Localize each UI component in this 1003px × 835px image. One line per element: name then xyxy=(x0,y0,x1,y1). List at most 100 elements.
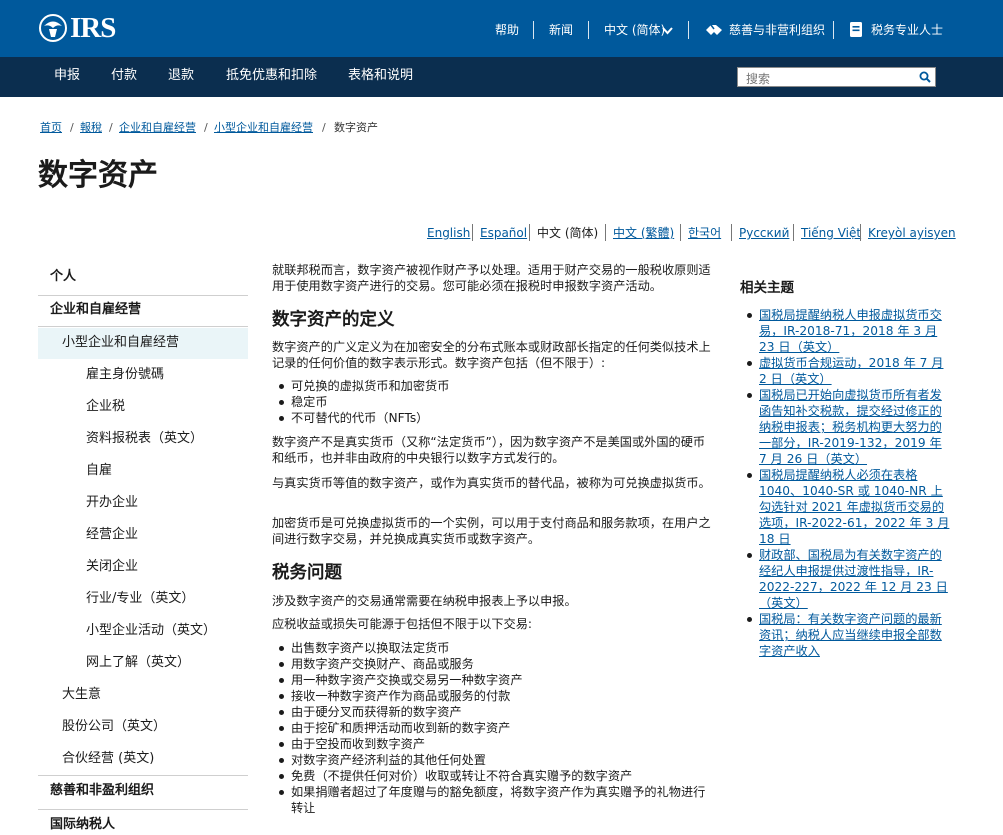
list-item: 稳定币 xyxy=(272,394,717,410)
list-item: 由于空投而收到数字资产 xyxy=(272,736,717,752)
list-item: 接收一种数字资产作为商品或服务的付款 xyxy=(272,688,717,704)
sidebar-item-large-business[interactable]: 大生意 xyxy=(38,687,248,703)
related-link[interactable]: 国税局提醒纳税人申报虚拟货币交易，IR-2018-71，2018 年 3 月 2… xyxy=(759,308,942,354)
breadcrumb-home[interactable]: 首页 xyxy=(40,121,62,135)
related-topics-list: 国税局提醒纳税人申报虚拟货币交易，IR-2018-71，2018 年 3 月 2… xyxy=(740,307,952,659)
intro-paragraph: 就联邦税而言，数字资产被视作财产予以处理。适用于财产交易的一般税收原则适用于使用… xyxy=(272,263,711,293)
sidebar-item-closing-business[interactable]: 关闭企业 xyxy=(38,559,248,575)
sidebar-item-small-business[interactable]: 小型企业和自雇经营 xyxy=(38,328,248,359)
irs-logo[interactable]: IRS xyxy=(38,12,116,44)
nav-file[interactable]: 申报 xyxy=(54,67,80,85)
lang-korean[interactable]: 한국어 xyxy=(688,226,721,241)
divider xyxy=(605,224,606,241)
list-item: 出售数字资产以换取法定货币 xyxy=(272,640,717,656)
list-item: 如果捐赠者超过了年度赠与的豁免额度，将数字资产作为真实赠予的礼物进行转让 xyxy=(272,784,717,816)
divider xyxy=(793,224,794,241)
language-selector[interactable]: 中文 (简体) xyxy=(604,22,665,38)
sidebar-item-business[interactable]: 企业和自雇经营 xyxy=(38,302,248,318)
sidebar-item-starting-business[interactable]: 开办企业 xyxy=(38,495,248,511)
related-link[interactable]: 国税局已开始向虚拟货币所有者发函告知补交税款，提交经过修正的纳税申报表；税务机构… xyxy=(759,388,942,466)
irs-wordmark: IRS xyxy=(70,12,116,44)
breadcrumb-small-business[interactable]: 小型企业和自雇经营 xyxy=(214,121,313,135)
lang-vietnamese[interactable]: Tiếng Việt xyxy=(801,226,861,241)
search-box xyxy=(737,67,936,88)
related-link-item[interactable]: 国税局：有关数字资产问题的最新资讯；纳税人应当继续申报全部数字资产收入 xyxy=(740,611,952,659)
breadcrumb-separator: / xyxy=(322,121,326,134)
list-item: 不可替代的代币（NFTs） xyxy=(272,410,717,426)
lang-russian[interactable]: Русский xyxy=(739,226,789,241)
header-top-bar: IRS 帮助 新闻 中文 (简体) 慈善与非营利组织 税务专业人士 xyxy=(0,0,1003,57)
sidebar-item-information-returns[interactable]: 资料报税表（英文） xyxy=(38,431,248,447)
tax-paragraph-2: 应税收益或损失可能源于包括但不限于以下交易: xyxy=(272,617,533,631)
breadcrumb-business[interactable]: 企业和自雇经营 xyxy=(119,121,196,135)
related-link[interactable]: 虚拟货币合规运动，2018 年 7 月 2 日（英文） xyxy=(759,356,943,386)
nav-pay[interactable]: 付款 xyxy=(111,67,137,85)
nav-credits-deductions[interactable]: 抵免优惠和扣除 xyxy=(226,67,317,85)
definition-list: 可兑换的虚拟货币和加密货币 稳定币 不可替代的代币（NFTs） xyxy=(272,378,717,426)
divider xyxy=(833,21,834,39)
related-link-item[interactable]: 国税局提醒纳税人必须在表格 1040、1040-SR 或 1040-NR 上勾选… xyxy=(740,467,952,547)
search-icon[interactable] xyxy=(919,71,931,83)
related-topics-title: 相关主题 xyxy=(740,280,794,296)
sidebar-item-ein[interactable]: 雇主身份號碼 xyxy=(38,367,248,383)
divider xyxy=(688,21,689,39)
news-link[interactable]: 新闻 xyxy=(549,22,573,38)
sidebar-item-industries[interactable]: 行业/专业（英文） xyxy=(38,591,248,607)
convertible-paragraph: 与真实货币等值的数字资产，或作为真实货币的替代品，被称为可兑换虚拟货币。 xyxy=(272,476,711,490)
related-link[interactable]: 财政部、国税局为有关数字资产的经纪人申报提供过渡性指导，IR-2022-227，… xyxy=(759,548,948,610)
sidebar-item-individuals[interactable]: 个人 xyxy=(38,269,248,285)
list-item: 可兑换的虚拟货币和加密货币 xyxy=(272,378,717,394)
sidebar-item-small-business-events[interactable]: 小型企业活动（英文） xyxy=(38,623,248,639)
taxable-transactions-list: 出售数字资产以换取法定货币 用数字资产交换财产、商品或服务 用一种数字资产交换或… xyxy=(272,640,717,816)
lang-spanish[interactable]: Español xyxy=(480,226,527,241)
related-link[interactable]: 国税局提醒纳税人必须在表格 1040、1040-SR 或 1040-NR 上勾选… xyxy=(759,468,949,546)
lang-haitian-creole[interactable]: Kreyòl ayisyen xyxy=(868,226,956,241)
definition-paragraph: 数字资产的广义定义为在加密安全的分布式账本或财政部长指定的任何类似技术上记录的任… xyxy=(272,340,711,370)
nav-refunds[interactable]: 退款 xyxy=(168,67,194,85)
charities-link[interactable]: 慈善与非营利组织 xyxy=(729,22,825,38)
breadcrumb-separator: / xyxy=(109,121,113,134)
search-input[interactable] xyxy=(738,70,908,88)
list-item: 免费（不提供任何对价）收取或转让不符合真实赠予的数字资产 xyxy=(272,768,717,784)
sidebar-item-corporations[interactable]: 股份公司（英文） xyxy=(38,719,248,735)
sidebar-item-online-learning[interactable]: 网上了解（英文） xyxy=(38,655,248,671)
divider xyxy=(860,224,861,241)
chevron-down-icon xyxy=(662,27,673,35)
crypto-paragraph: 加密货币是可兑换虚拟货币的一个实例，可以用于支付商品和服务款项，在用户之间进行数… xyxy=(272,516,711,546)
divider xyxy=(680,224,681,241)
list-item: 用数字资产交换财产、商品或服务 xyxy=(272,656,717,672)
section-heading-definition: 数字资产的定义 xyxy=(272,310,395,330)
divider xyxy=(472,224,473,241)
sidebar-item-business-taxes[interactable]: 企业税 xyxy=(38,399,248,415)
list-item: 由于硬分叉而获得新的数字资产 xyxy=(272,704,717,720)
tax-pros-link[interactable]: 税务专业人士 xyxy=(871,22,943,38)
eagle-icon xyxy=(39,14,67,42)
handshake-icon xyxy=(706,24,722,35)
related-link[interactable]: 国税局：有关数字资产问题的最新资讯；纳税人应当继续申报全部数字资产收入 xyxy=(759,612,942,658)
divider xyxy=(731,224,732,241)
sidebar-item-charities[interactable]: 慈善和非盈利组织 xyxy=(38,783,248,799)
sidebar-item-operating-business[interactable]: 经营企业 xyxy=(38,527,248,543)
list-item: 由于挖矿和质押活动而收到新的数字资产 xyxy=(272,720,717,736)
divider xyxy=(529,224,530,241)
breadcrumb-separator: / xyxy=(70,121,74,134)
lang-traditional-chinese[interactable]: 中文 (繁體) xyxy=(613,226,674,241)
nav-forms-instructions[interactable]: 表格和说明 xyxy=(348,67,413,85)
tax-paragraph-1: 涉及数字资产的交易通常需要在纳税申报表上予以申报。 xyxy=(272,594,577,608)
lang-english[interactable]: English xyxy=(427,226,470,241)
divider xyxy=(533,21,534,39)
lang-simplified-chinese: 中文 (简体) xyxy=(537,226,599,240)
divider xyxy=(38,326,248,327)
sidebar-item-international[interactable]: 国际纳税人 xyxy=(38,817,248,833)
help-link[interactable]: 帮助 xyxy=(495,22,519,38)
breadcrumb-file[interactable]: 報稅 xyxy=(80,121,102,135)
divider xyxy=(38,295,248,296)
related-link-item[interactable]: 国税局提醒纳税人申报虚拟货币交易，IR-2018-71，2018 年 3 月 2… xyxy=(740,307,952,355)
sidebar-item-self-employed[interactable]: 自雇 xyxy=(38,463,248,479)
sidebar-item-partnerships[interactable]: 合伙经营 (英文) xyxy=(38,751,248,767)
related-link-item[interactable]: 国税局已开始向虚拟货币所有者发函告知补交税款，提交经过修正的纳税申报表；税务机构… xyxy=(740,387,952,467)
related-link-item[interactable]: 财政部、国税局为有关数字资产的经纪人申报提供过渡性指导，IR-2022-227，… xyxy=(740,547,952,611)
related-link-item[interactable]: 虚拟货币合规运动，2018 年 7 月 2 日（英文） xyxy=(740,355,952,387)
divider xyxy=(38,809,248,810)
breadcrumb-separator: / xyxy=(204,121,208,134)
